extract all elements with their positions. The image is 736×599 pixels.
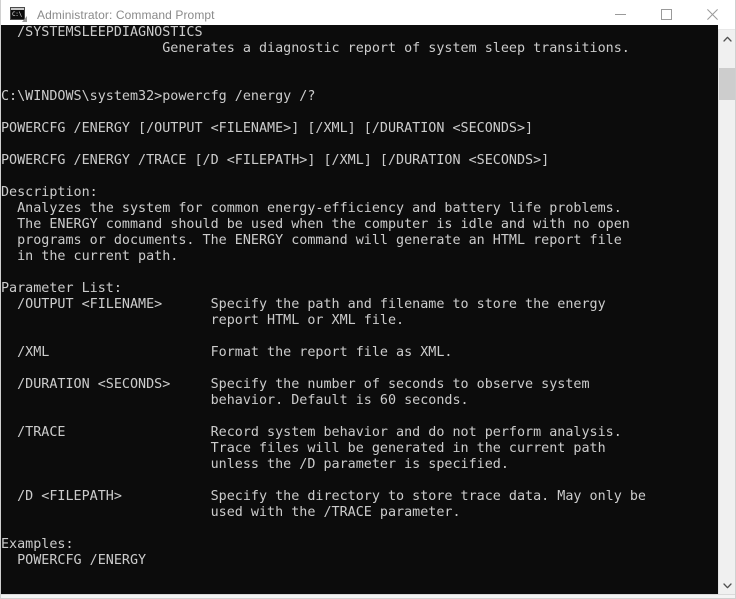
console-scrollbar[interactable] <box>718 30 735 594</box>
console-area[interactable]: /SYSTEMSLEEPDIAGNOSTICS Generates a diag… <box>1 25 735 594</box>
chevron-down-icon <box>722 582 732 588</box>
minimize-icon <box>614 14 626 15</box>
window-bottom-border <box>1 594 735 598</box>
console-output[interactable]: /SYSTEMSLEEPDIAGNOSTICS Generates a diag… <box>1 25 718 589</box>
chevron-up-icon <box>722 36 732 42</box>
scrollbar-down-button[interactable] <box>719 577 735 594</box>
command-prompt-icon-glyph: C:\ <box>12 11 22 18</box>
command-prompt-icon: C:\ <box>10 7 27 22</box>
close-icon <box>706 9 718 20</box>
scrollbar-thumb[interactable] <box>719 68 735 100</box>
scrollbar-track[interactable] <box>719 47 735 577</box>
window-title: Administrator: Command Prompt <box>37 7 215 22</box>
scrollbar-up-button[interactable] <box>719 30 735 47</box>
command-prompt-window: C:\ Administrator: Command Prompt /SYSTE… <box>0 0 736 599</box>
maximize-icon <box>660 9 672 20</box>
